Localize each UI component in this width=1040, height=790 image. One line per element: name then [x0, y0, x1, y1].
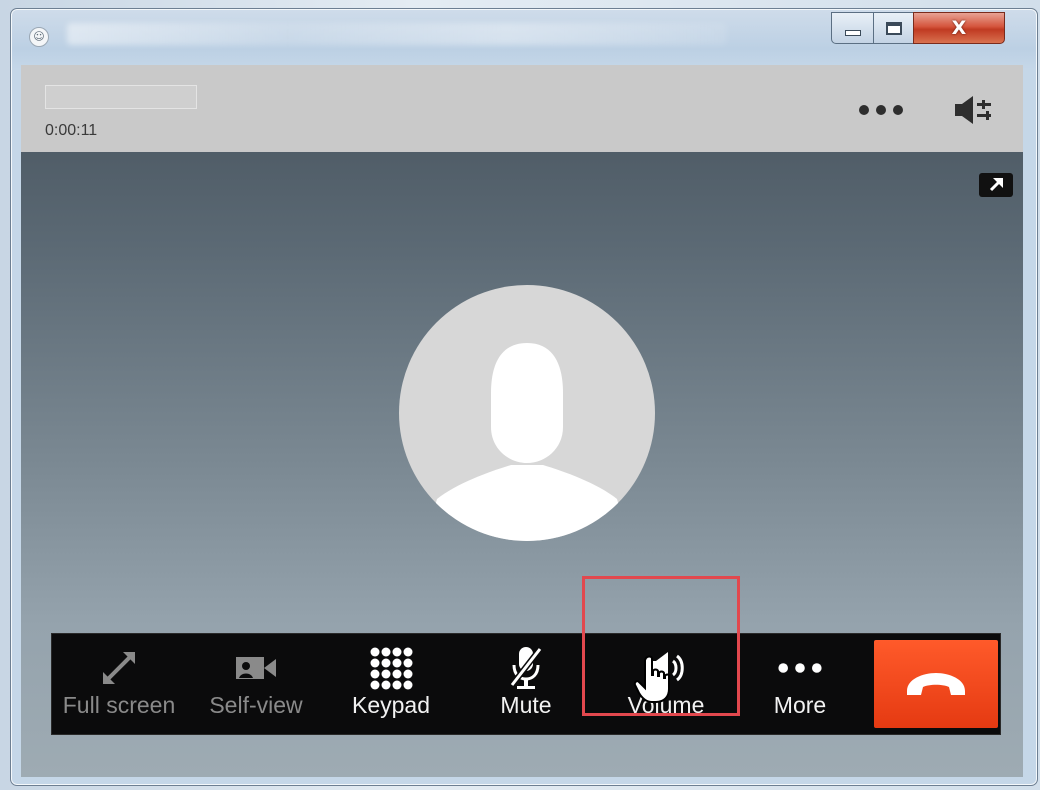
minimize-icon: [845, 30, 861, 36]
app-icon: ☺: [29, 27, 49, 47]
title-bar[interactable]: ☺ X: [11, 9, 1037, 65]
popout-button[interactable]: [979, 173, 1013, 197]
mute-label: Mute: [500, 692, 552, 718]
minimize-button[interactable]: [831, 12, 875, 44]
video-camera-icon: [232, 644, 280, 692]
maximize-button[interactable]: [873, 12, 915, 44]
call-timer: 0:00:11: [45, 122, 98, 139]
contact-avatar: [399, 285, 655, 541]
end-call-button[interactable]: [874, 640, 998, 728]
mute-button[interactable]: Mute: [456, 634, 596, 734]
mic-off-icon: [502, 644, 550, 692]
call-header: 0:00:11: [21, 65, 1023, 152]
person-silhouette-icon: [425, 343, 629, 541]
close-button[interactable]: X: [913, 12, 1005, 44]
keypad-button[interactable]: Keypad: [326, 634, 456, 734]
close-icon: X: [951, 17, 967, 39]
title-redacted: [67, 23, 727, 45]
contact-name-redacted: [45, 85, 197, 109]
more-dots-icon: [859, 105, 903, 115]
hang-up-phone-icon: [907, 673, 965, 695]
more-dots-icon: [776, 644, 824, 692]
call-toolbar: Full screen Self-view Keypad Mute Volume…: [51, 633, 1001, 735]
speaker-settings-icon: [955, 96, 991, 124]
call-window: ☺ X 0:00:11 Full screen Self-view Keypad…: [10, 8, 1038, 786]
self-view-button[interactable]: Self-view: [186, 634, 326, 734]
full-screen-button[interactable]: Full screen: [52, 634, 186, 734]
hand-cursor-icon: [633, 655, 670, 703]
popout-arrow-icon: [989, 178, 1003, 192]
call-view: 0:00:11 Full screen Self-view Keypad Mut…: [21, 65, 1023, 777]
keypad-label: Keypad: [351, 692, 430, 718]
more-label: More: [773, 692, 827, 718]
keypad-icon: [367, 644, 415, 692]
expand-icon: [95, 644, 143, 692]
self-view-label: Self-view: [209, 692, 303, 718]
audio-settings-button[interactable]: [953, 95, 993, 125]
header-more-button[interactable]: [857, 99, 905, 119]
more-button[interactable]: More: [736, 634, 864, 734]
maximize-icon: [886, 21, 902, 35]
full-screen-label: Full screen: [62, 692, 176, 718]
